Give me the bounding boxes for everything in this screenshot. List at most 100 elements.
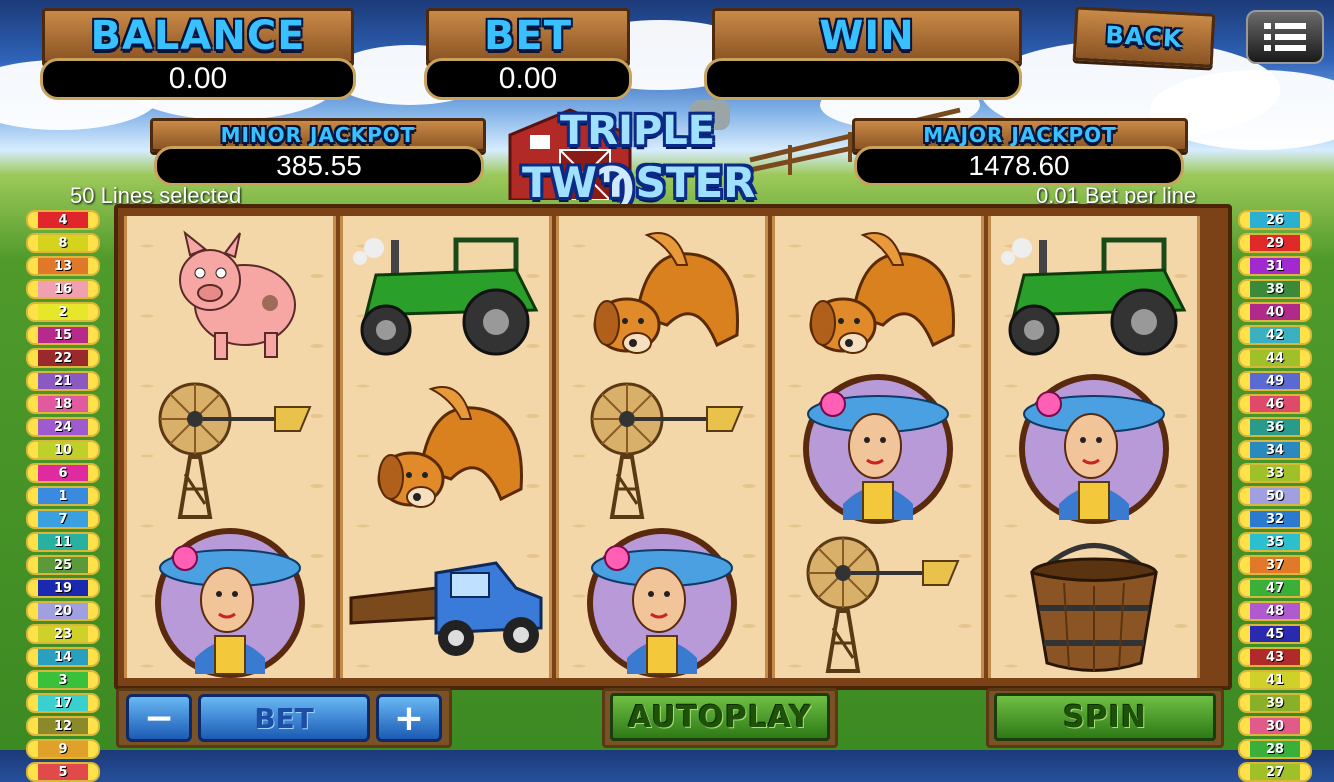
minus-icon: − xyxy=(143,697,175,739)
payline-badge-44: 44 xyxy=(1238,348,1312,368)
payline-badge-2: 2 xyxy=(26,302,100,322)
logo-line2: TWϠSTER xyxy=(522,158,756,207)
payline-badge-34: 34 xyxy=(1238,440,1312,460)
payline-badge-12: 12 xyxy=(26,716,100,736)
payline-badge-30: 30 xyxy=(1238,716,1312,736)
menu-button[interactable] xyxy=(1246,10,1324,64)
payline-badge-18: 18 xyxy=(26,394,100,414)
windmill-symbol xyxy=(127,374,333,524)
minor-jackpot-label: MINOR JACKPOT xyxy=(220,123,416,147)
windmill-symbol xyxy=(559,374,765,524)
autoplay-label: AUTOPLAY xyxy=(628,699,812,735)
payline-badge-43: 43 xyxy=(1238,647,1312,667)
payline-badge-31: 31 xyxy=(1238,256,1312,276)
payline-badge-6: 6 xyxy=(26,463,100,483)
payline-badge-17: 17 xyxy=(26,693,100,713)
bet-plus-button[interactable]: + xyxy=(376,694,442,742)
bet-button[interactable]: BET xyxy=(198,694,370,742)
spin-label: SPIN xyxy=(1063,699,1147,735)
dog-symbol xyxy=(343,374,549,524)
payline-badge-15: 15 xyxy=(26,325,100,345)
payline-badge-49: 49 xyxy=(1238,371,1312,391)
payline-badge-10: 10 xyxy=(26,440,100,460)
payline-badge-29: 29 xyxy=(1238,233,1312,253)
payline-badge-9: 9 xyxy=(26,739,100,759)
payline-badge-19: 19 xyxy=(26,578,100,598)
bet-button-label: BET xyxy=(254,701,314,735)
windmill-symbol xyxy=(775,528,981,678)
payline-badge-39: 39 xyxy=(1238,693,1312,713)
tornado-icon: Ϡ xyxy=(596,158,636,207)
logo-line2a: TW xyxy=(522,158,597,207)
farm-girl-symbol xyxy=(991,374,1197,524)
payline-badge-4: 4 xyxy=(26,210,100,230)
payline-badge-25: 25 xyxy=(26,555,100,575)
bet-label-plank: BET xyxy=(426,8,630,64)
payline-badge-27: 27 xyxy=(1238,762,1312,782)
menu-icon xyxy=(1264,23,1306,51)
win-label: WIN xyxy=(819,13,915,59)
farm-girl-symbol xyxy=(127,528,333,678)
truck-symbol xyxy=(343,528,549,678)
reel-3 xyxy=(556,216,768,678)
payline-badge-22: 22 xyxy=(26,348,100,368)
autoplay-button[interactable]: AUTOPLAY xyxy=(610,693,830,741)
payline-badge-20: 20 xyxy=(26,601,100,621)
major-jackpot-label: MAJOR JACKPOT xyxy=(923,123,1117,147)
payline-badge-16: 16 xyxy=(26,279,100,299)
paylines-left: 4 8 13 16 2 15 22 21 18 24 10 6 1 7 11 25 19 20 23 14 3 17 12 9… xyxy=(26,210,100,782)
balance-value: 0.00 xyxy=(40,58,356,100)
back-label: BACK xyxy=(1104,21,1184,53)
payline-badge-8: 8 xyxy=(26,233,100,253)
farm-girl-symbol xyxy=(559,528,765,678)
payline-badge-1: 1 xyxy=(26,486,100,506)
balance-label-plank: BALANCE xyxy=(42,8,354,64)
pig-symbol xyxy=(127,220,333,370)
farm-girl-symbol xyxy=(775,374,981,524)
bet-minus-button[interactable]: − xyxy=(126,694,192,742)
reel-2 xyxy=(340,216,552,678)
win-label-plank: WIN xyxy=(712,8,1022,64)
payline-badge-24: 24 xyxy=(26,417,100,437)
reel-4 xyxy=(772,216,984,678)
spin-button[interactable]: SPIN xyxy=(994,693,1216,741)
payline-badge-47: 47 xyxy=(1238,578,1312,598)
reel-1 xyxy=(124,216,336,678)
payline-badge-32: 32 xyxy=(1238,509,1312,529)
payline-badge-40: 40 xyxy=(1238,302,1312,322)
payline-badge-13: 13 xyxy=(26,256,100,276)
payline-badge-5: 5 xyxy=(26,762,100,782)
payline-badge-48: 48 xyxy=(1238,601,1312,621)
reel-frame xyxy=(114,204,1232,690)
payline-badge-41: 41 xyxy=(1238,670,1312,690)
payline-badge-26: 26 xyxy=(1238,210,1312,230)
dog-symbol xyxy=(775,220,981,370)
payline-badge-38: 38 xyxy=(1238,279,1312,299)
payline-badge-7: 7 xyxy=(26,509,100,529)
bucket-symbol xyxy=(991,528,1197,678)
payline-badge-33: 33 xyxy=(1238,463,1312,483)
payline-badge-11: 11 xyxy=(26,532,100,552)
reel-5 xyxy=(988,216,1200,678)
minor-jackpot-value: 385.55 xyxy=(154,146,484,186)
payline-badge-3: 3 xyxy=(26,670,100,690)
paylines-right: 26 29 31 38 40 42 44 49 46 36 34 33 50 32 35 37 47 48 45 43… xyxy=(1238,210,1312,782)
payline-badge-50: 50 xyxy=(1238,486,1312,506)
bet-label: BET xyxy=(483,13,573,59)
payline-badge-36: 36 xyxy=(1238,417,1312,437)
payline-badge-28: 28 xyxy=(1238,739,1312,759)
back-button[interactable]: BACK xyxy=(1072,6,1216,68)
payline-badge-42: 42 xyxy=(1238,325,1312,345)
tractor-symbol xyxy=(991,220,1197,370)
payline-badge-46: 46 xyxy=(1238,394,1312,414)
dog-symbol xyxy=(559,220,765,370)
logo-line1: TRIPLE xyxy=(560,108,716,154)
plus-icon: + xyxy=(393,697,425,739)
major-jackpot-value: 1478.60 xyxy=(854,146,1184,186)
payline-badge-21: 21 xyxy=(26,371,100,391)
tractor-symbol xyxy=(343,220,549,370)
balance-label: BALANCE xyxy=(90,13,306,59)
payline-badge-23: 23 xyxy=(26,624,100,644)
payline-badge-14: 14 xyxy=(26,647,100,667)
payline-badge-37: 37 xyxy=(1238,555,1312,575)
